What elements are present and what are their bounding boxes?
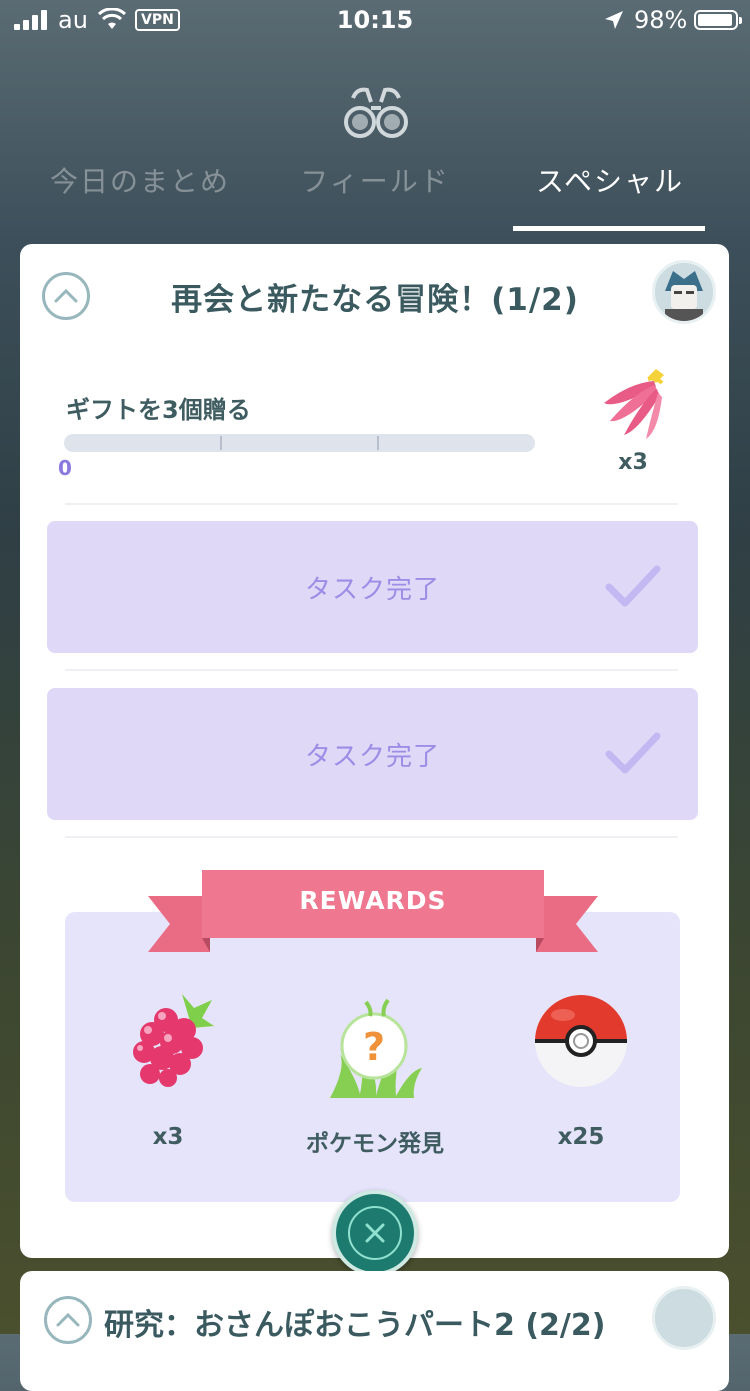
divider bbox=[65, 669, 678, 671]
svg-text:?: ? bbox=[363, 1025, 385, 1069]
reward-label: ポケモン発見 bbox=[306, 1131, 444, 1157]
banana-berry-icon bbox=[604, 369, 664, 439]
expand-button[interactable] bbox=[44, 1296, 92, 1344]
rewards-title: REWARDS bbox=[299, 886, 447, 915]
divider bbox=[65, 836, 678, 838]
pokeball-icon bbox=[535, 995, 627, 1087]
tab-field[interactable]: フィールド bbox=[250, 160, 500, 200]
chevron-up-icon bbox=[56, 1312, 80, 1327]
battery-percent: 98% bbox=[634, 6, 688, 34]
close-icon bbox=[348, 1206, 402, 1260]
battery-icon bbox=[694, 10, 742, 30]
pokemon-encounter-icon: ? bbox=[330, 998, 422, 1098]
divider bbox=[65, 503, 678, 505]
completed-task[interactable]: タスク完了 bbox=[47, 521, 698, 653]
status-bar: au VPN 10:15 98% bbox=[0, 0, 750, 40]
progress-current: 0 bbox=[58, 456, 72, 480]
task-complete-label: タスク完了 bbox=[304, 742, 440, 772]
task-progress-bar bbox=[64, 434, 535, 452]
checkmark-icon bbox=[605, 565, 661, 607]
checkmark-icon bbox=[605, 732, 661, 774]
next-research-title: 研究：おさんぽおこうパート2 (2/2) bbox=[104, 1308, 606, 1343]
location-arrow-icon bbox=[605, 11, 623, 29]
binoculars-icon bbox=[344, 87, 408, 138]
active-tab-indicator bbox=[513, 226, 705, 231]
professor-face-icon bbox=[665, 271, 703, 321]
task-reward-count: x3 bbox=[618, 450, 648, 475]
reward-label: x25 bbox=[557, 1124, 605, 1150]
completed-task[interactable]: タスク完了 bbox=[47, 688, 698, 820]
task-complete-label: タスク完了 bbox=[304, 575, 440, 605]
research-title: 再会と新たなる冒険！(1/2) bbox=[171, 282, 579, 318]
chevron-up-icon bbox=[54, 288, 78, 303]
tab-special[interactable]: スペシャル bbox=[485, 160, 735, 200]
close-button[interactable] bbox=[332, 1190, 418, 1276]
research-tabs: 今日のまとめ フィールド スペシャル bbox=[0, 160, 750, 230]
razz-berry-icon bbox=[133, 994, 214, 1087]
tab-today[interactable]: 今日のまとめ bbox=[15, 160, 265, 200]
professor-avatar bbox=[652, 260, 716, 324]
task-description: ギフトを3個贈る bbox=[66, 396, 251, 424]
reward-label: x3 bbox=[152, 1124, 184, 1150]
collapse-button[interactable] bbox=[42, 272, 90, 320]
professor-avatar bbox=[652, 1286, 716, 1350]
